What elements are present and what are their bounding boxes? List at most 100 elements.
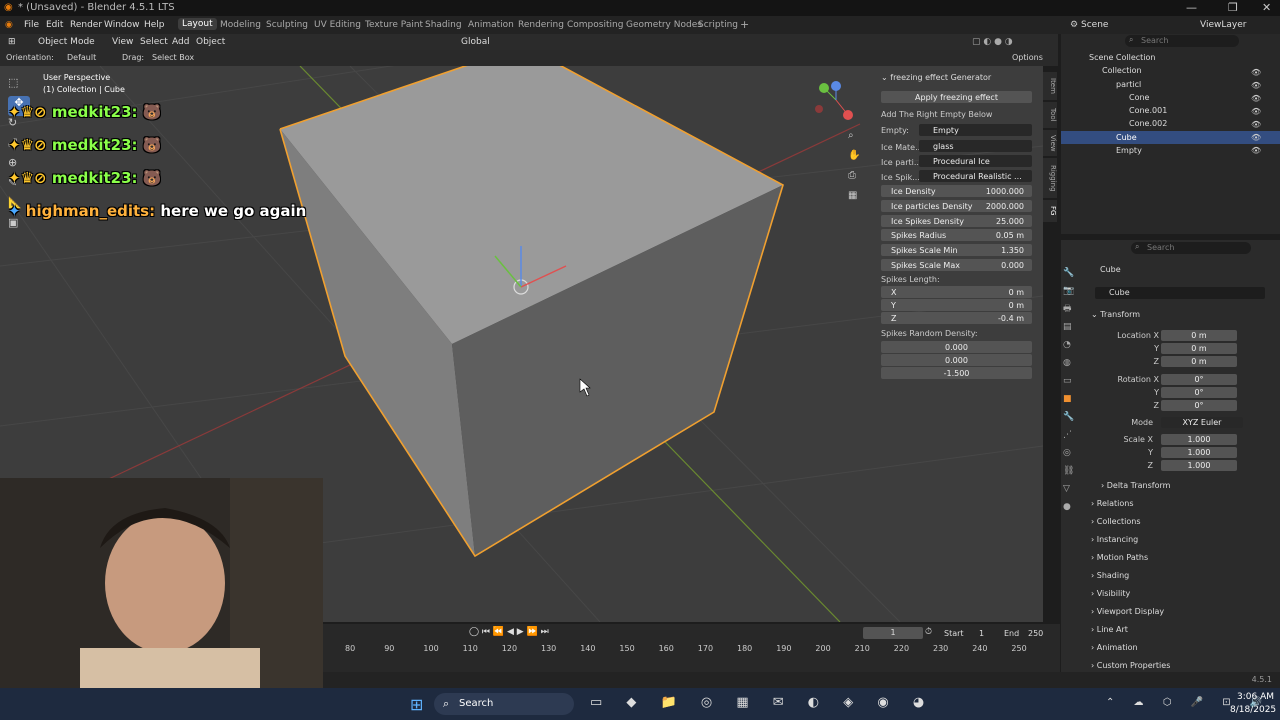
scale-y[interactable]: 1.000 (1161, 447, 1237, 458)
pan-icon[interactable]: ✋ (848, 150, 864, 170)
tab-rendering[interactable]: Rendering (518, 20, 564, 30)
menu-add[interactable]: Add (172, 37, 189, 47)
visibility-icons[interactable]: 👁 👁 👁 👁 👁 👁 👁 (1251, 66, 1261, 157)
navigation-gizmo[interactable] (815, 81, 853, 120)
playback-controls[interactable]: ◯ ⏮ ⏪ ◀ ▶ ⏩ ⏭ (469, 627, 549, 637)
timeline[interactable]: ◯ ⏮ ⏪ ◀ ▶ ⏩ ⏭ 1 ⏱ Start 1 End 250 80 90 10… (323, 624, 1060, 672)
scale-x[interactable]: 1.000 (1161, 434, 1237, 445)
section-visibility[interactable]: › Visibility (1091, 589, 1130, 598)
outliner-item-cube[interactable]: Cube (1116, 133, 1137, 142)
close-icon[interactable]: ✕ (1262, 1, 1271, 14)
rotation-y[interactable]: 0° (1161, 387, 1237, 398)
location-z[interactable]: 0 m (1161, 356, 1237, 367)
menu-file[interactable]: File (24, 20, 39, 30)
section-delta-transform[interactable]: › Delta Transform (1101, 481, 1170, 490)
options-button[interactable]: Options (1012, 53, 1043, 62)
object-name-field[interactable]: Cube (1095, 287, 1265, 299)
scene-tab-icon[interactable]: ◔ (1063, 336, 1077, 354)
tab-sculpting[interactable]: Sculpting (266, 20, 308, 30)
spikes-scale-min-field[interactable]: Spikes Scale Min 1.350 (881, 244, 1032, 256)
tab-modeling[interactable]: Modeling (220, 20, 261, 30)
drag-value[interactable]: Select Box (152, 53, 194, 62)
tab-compositing[interactable]: Compositing (567, 20, 623, 30)
modifier-tab-icon[interactable]: 🔧 (1063, 408, 1077, 426)
object-tab-icon[interactable]: ■ (1063, 390, 1077, 408)
view-layer-tab-icon[interactable]: ▤ (1063, 318, 1077, 336)
scale-z[interactable]: 1.000 (1161, 460, 1237, 471)
grid-view-icon[interactable]: ▦ (848, 190, 864, 210)
tab-scripting[interactable]: Scripting (698, 20, 738, 30)
particles-tab-icon[interactable]: ⋰ (1063, 426, 1077, 444)
properties-search[interactable]: ⌕ Search (1131, 242, 1251, 254)
mode-dropdown[interactable]: Object Mode (38, 37, 95, 47)
outliner-item-cone-002[interactable]: Cone.002 (1129, 119, 1167, 128)
menu-edit[interactable]: Edit (46, 20, 63, 30)
spikes-field[interactable]: Procedural Realistic ... (919, 170, 1032, 182)
tab-shading[interactable]: Shading (425, 20, 462, 30)
empty-field[interactable]: Empty (919, 124, 1032, 136)
tab-view[interactable]: View (1043, 130, 1057, 156)
shading-icons[interactable]: ▢ ◐ ● ◑ (972, 37, 1013, 47)
view-layer-name[interactable]: ViewLayer (1200, 20, 1246, 30)
menu-view[interactable]: View (112, 37, 133, 47)
tab-layout[interactable]: Layout (178, 18, 217, 30)
outliner-item-scene-collection[interactable]: Scene Collection (1089, 53, 1156, 62)
section-motion-paths[interactable]: › Motion Paths (1091, 553, 1148, 562)
maximize-icon[interactable]: ❐ (1228, 1, 1238, 14)
scene-name[interactable]: Scene (1081, 20, 1108, 30)
particles-density-field[interactable]: Ice particles Density 2000.000 (881, 200, 1032, 212)
outliner-item-cone-001[interactable]: Cone.001 (1129, 106, 1167, 115)
section-shading[interactable]: › Shading (1091, 571, 1129, 580)
taskbar-search[interactable]: ⌕ Search (434, 693, 574, 715)
rotation-x[interactable]: 0° (1161, 374, 1237, 385)
spikes-density-field[interactable]: Ice Spikes Density 25.000 (881, 215, 1032, 227)
windows-start-icon[interactable]: ⊞ (410, 695, 423, 714)
spikes-radius-field[interactable]: Spikes Radius 0.05 m (881, 229, 1032, 241)
outliner-item-collection[interactable]: Collection (1102, 66, 1142, 75)
spikes-length-y[interactable]: Y 0 m (881, 299, 1032, 311)
editor-type-icon[interactable]: ⊞ (8, 37, 16, 47)
world-tab-icon[interactable]: ◍ (1063, 354, 1077, 372)
tab-rigging[interactable]: Rigging (1043, 158, 1057, 198)
section-collections[interactable]: › Collections (1091, 517, 1141, 526)
spikes-length-x[interactable]: X 0 m (881, 286, 1032, 298)
tab-item[interactable]: Item (1043, 72, 1057, 100)
spikes-length-z[interactable]: Z -0.4 m (881, 312, 1032, 324)
menu-object[interactable]: Object (196, 37, 225, 47)
section-line-art[interactable]: › Line Art (1091, 625, 1128, 634)
menu-select[interactable]: Select (140, 37, 168, 47)
tab-fg[interactable]: FG (1043, 200, 1057, 222)
cube-object[interactable] (279, 66, 784, 558)
spikes-scale-max-field[interactable]: Spikes Scale Max 0.000 (881, 259, 1032, 271)
zoom-icon[interactable]: ⌕ (848, 130, 864, 150)
data-tab-icon[interactable]: ▽ (1063, 480, 1077, 498)
location-x[interactable]: 0 m (1161, 330, 1237, 341)
select-tool-icon[interactable]: ⬚ (8, 76, 30, 96)
rotation-z[interactable]: 0° (1161, 400, 1237, 411)
menu-help[interactable]: Help (144, 20, 165, 30)
tab-animation[interactable]: Animation (468, 20, 514, 30)
menu-window[interactable]: Window (104, 20, 140, 30)
orientation-value[interactable]: Default (67, 53, 96, 62)
apply-freezing-button[interactable]: Apply freezing effect (881, 91, 1032, 103)
random-density-x[interactable]: 0.000 (881, 341, 1032, 353)
section-custom-properties[interactable]: › Custom Properties (1091, 661, 1170, 670)
outliner-search[interactable]: ⌕ Search (1125, 35, 1239, 47)
outliner-selected-row[interactable] (1061, 131, 1280, 144)
taskbar-app-icons[interactable]: ▭ ◆ 📁 ◎ ▦ ✉ ◐ ◈ ◉ ◕ (590, 695, 934, 710)
transform-header[interactable]: ⌄ Transform (1091, 310, 1140, 319)
menu-render[interactable]: Render (70, 20, 102, 30)
outliner-item-cone[interactable]: Cone (1129, 93, 1149, 102)
tab-geometry-nodes[interactable]: Geometry Nodes (626, 20, 702, 30)
section-animation[interactable]: › Animation (1091, 643, 1138, 652)
constraints-tab-icon[interactable]: ⛓ (1063, 462, 1077, 480)
clock-date[interactable]: 8/18/2025 (1230, 705, 1276, 715)
tab-texture-paint[interactable]: Texture Paint (365, 20, 423, 30)
particles-field[interactable]: Procedural Ice (919, 155, 1032, 167)
random-density-z[interactable]: -1.500 (881, 367, 1032, 379)
start-frame[interactable]: 1 (979, 629, 984, 638)
tab-uv-editing[interactable]: UV Editing (314, 20, 361, 30)
orientation-dropdown[interactable]: Global (461, 37, 490, 47)
section-relations[interactable]: › Relations (1091, 499, 1134, 508)
location-y[interactable]: 0 m (1161, 343, 1237, 354)
